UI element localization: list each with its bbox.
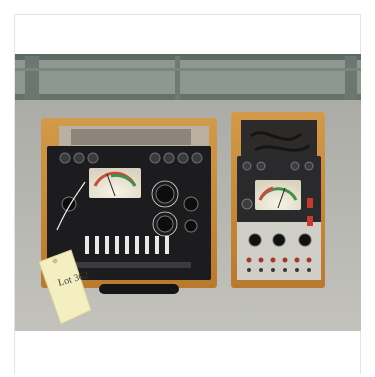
product-photo: Lot 362 (15, 54, 361, 331)
photo-illustration: Lot 362 (15, 54, 361, 331)
right-tube-tester (231, 112, 325, 288)
page-frame: Lot 362 (0, 0, 375, 377)
frame-border-top (14, 14, 361, 15)
lever-switches (85, 236, 169, 254)
metal-shelf (15, 54, 361, 100)
